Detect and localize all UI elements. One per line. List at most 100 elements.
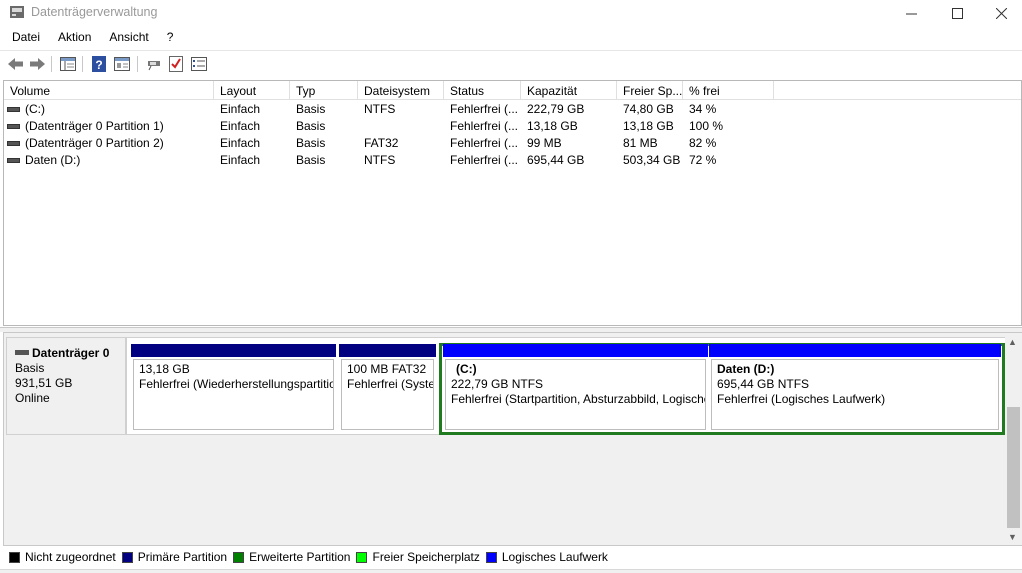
legend-item: Nicht zugeordnet [9,550,116,564]
capacity-cell: 99 MB [527,136,562,150]
volume-icon [7,123,20,129]
partition-d[interactable]: Daten (D:) 695,44 GB NTFS Fehlerfrei (Lo… [709,344,1001,430]
column-header-layout[interactable]: Layout [214,81,290,100]
connect-disk-icon [148,61,160,71]
status-cell: Fehlerfrei (... [450,153,519,167]
partition-color-bar [443,344,708,357]
partition-color-bar [709,344,1001,357]
legend-swatch [233,551,245,563]
scrollbar-thumb[interactable] [1007,407,1020,528]
list-header: Volume Layout Typ Dateisystem Status Kap… [4,81,1021,100]
toolbar-separator [51,56,52,72]
percent-free-cell: 34 % [689,102,717,116]
legend-swatch [9,551,20,563]
volume-name-cell: (C:) [4,100,214,117]
column-header-freier-speicher[interactable]: Freier Sp... [617,81,683,100]
volume-name-cell: (Datenträger 0 Partition 1) [4,117,214,134]
partition-size: 695,44 GB NTFS [717,377,810,391]
status-cell: Fehlerfrei (... [450,136,519,150]
minimize-icon [905,13,917,14]
disk-management-window: Datenträgerverwaltung Datei Aktion Ansic… [0,0,1022,573]
partition-status: Fehlerfrei (Logisches Laufwerk) [717,392,886,406]
type-cell: Basis [296,119,326,133]
layout-cell: Einfach [220,136,261,150]
toolbar: ? [0,50,1022,76]
legend-item: Primäre Partition [121,550,227,564]
menu-help[interactable]: ? [157,28,182,48]
help-button[interactable]: ? [89,54,109,74]
column-header-typ[interactable]: Typ [290,81,358,100]
partition-box: Daten (D:) 695,44 GB NTFS Fehlerfrei (Lo… [711,359,999,430]
legend-label: Freier Speicherplatz [372,550,480,564]
properties-icon [114,57,130,71]
disk-info-panel[interactable]: Datenträger 0 Basis 931,51 GB Online [6,337,126,435]
capacity-cell: 695,44 GB [527,153,585,167]
partition-system[interactable]: 100 MB FAT32 Fehlerfrei (Systempartition… [339,344,436,430]
disk-graphical-view: Datenträger 0 Basis 931,51 GB Online 13,… [3,332,1022,546]
type-cell: Basis [296,153,326,167]
partition-c[interactable]: (C:) 222,79 GB NTFS Fehlerfrei (Startpar… [443,344,708,430]
toolbar-separator [82,56,83,72]
table-row[interactable]: (Datenträger 0 Partition 2) Einfach Basi… [4,134,1021,151]
volume-icon [7,157,20,163]
status-cell: Fehlerfrei (... [450,102,519,116]
back-icon [7,58,23,70]
svg-text:?: ? [95,58,102,72]
volume-list[interactable]: Volume Layout Typ Dateisystem Status Kap… [3,80,1022,326]
maximize-button[interactable] [934,0,980,26]
column-header-status[interactable]: Status [444,81,521,100]
legend-item: Erweiterte Partition [233,550,350,564]
disk-state: Online [15,391,50,405]
percent-free-cell: 82 % [689,136,717,150]
legend-label: Logisches Laufwerk [501,550,608,564]
volume-name: (C:) [25,102,45,116]
window-title: Datenträgerverwaltung [31,5,158,19]
column-header-prozent-frei[interactable]: % frei [683,81,774,100]
partition-title: Daten (D:) [717,362,775,376]
column-header-dateisystem[interactable]: Dateisystem [358,81,444,100]
partition-color-bar [131,344,336,357]
back-button[interactable] [5,54,25,74]
menu-datei[interactable]: Datei [0,28,48,48]
menu-aktion[interactable]: Aktion [48,28,99,48]
legend-swatch [356,551,368,563]
vertical-scrollbar[interactable]: ▲ ▼ [1005,333,1022,545]
filesystem-cell [364,117,444,134]
forward-button[interactable] [27,54,47,74]
volume-icon [7,106,20,112]
table-row[interactable]: (C:) Einfach Basis NTFS Fehlerfrei (... … [4,100,1021,117]
percent-free-cell: 72 % [689,153,717,167]
table-row[interactable]: Daten (D:) Einfach Basis NTFS Fehlerfrei… [4,151,1021,168]
title-bar[interactable]: Datenträgerverwaltung [0,0,1022,26]
scroll-up-icon[interactable]: ▲ [1008,337,1017,347]
column-header-volume[interactable]: Volume [4,81,214,100]
help-icon: ? [92,56,106,72]
close-button[interactable] [978,0,1022,26]
disk-management-icon [10,6,24,18]
table-row[interactable]: (Datenträger 0 Partition 1) Einfach Basi… [4,117,1021,134]
volume-name-cell: (Datenträger 0 Partition 2) [4,134,214,151]
check-button[interactable] [166,54,186,74]
forward-icon [29,58,45,70]
partition-status: Fehlerfrei (Startpartition, Absturzabbil… [451,392,705,406]
partition-recovery[interactable]: 13,18 GB Fehlerfrei (Wiederherstellungsp… [131,344,336,430]
volume-name: Daten (D:) [25,153,81,167]
type-cell: Basis [296,136,326,150]
filesystem-cell: FAT32 [364,136,399,150]
scroll-down-icon[interactable]: ▼ [1008,532,1017,542]
column-header-kapazitaet[interactable]: Kapazität [521,81,617,100]
properties-button[interactable] [112,54,132,74]
volume-icon [7,140,20,146]
partition-box: 13,18 GB Fehlerfrei (Wiederherstellungsp… [133,359,334,430]
volume-name: (Datenträger 0 Partition 2) [25,136,164,150]
free-space-cell: 503,34 GB [623,153,681,167]
connect-disk-button[interactable] [144,54,164,74]
disk-type: Basis [15,361,45,375]
console-tree-button[interactable] [58,54,78,74]
partition-title: (C:) [456,362,477,376]
partition-status: Fehlerfrei (Systempartition) [347,377,433,391]
legend-swatch [485,551,497,563]
minimize-button[interactable] [888,0,934,26]
menu-ansicht[interactable]: Ansicht [99,28,156,48]
list-view-button[interactable] [189,54,209,74]
